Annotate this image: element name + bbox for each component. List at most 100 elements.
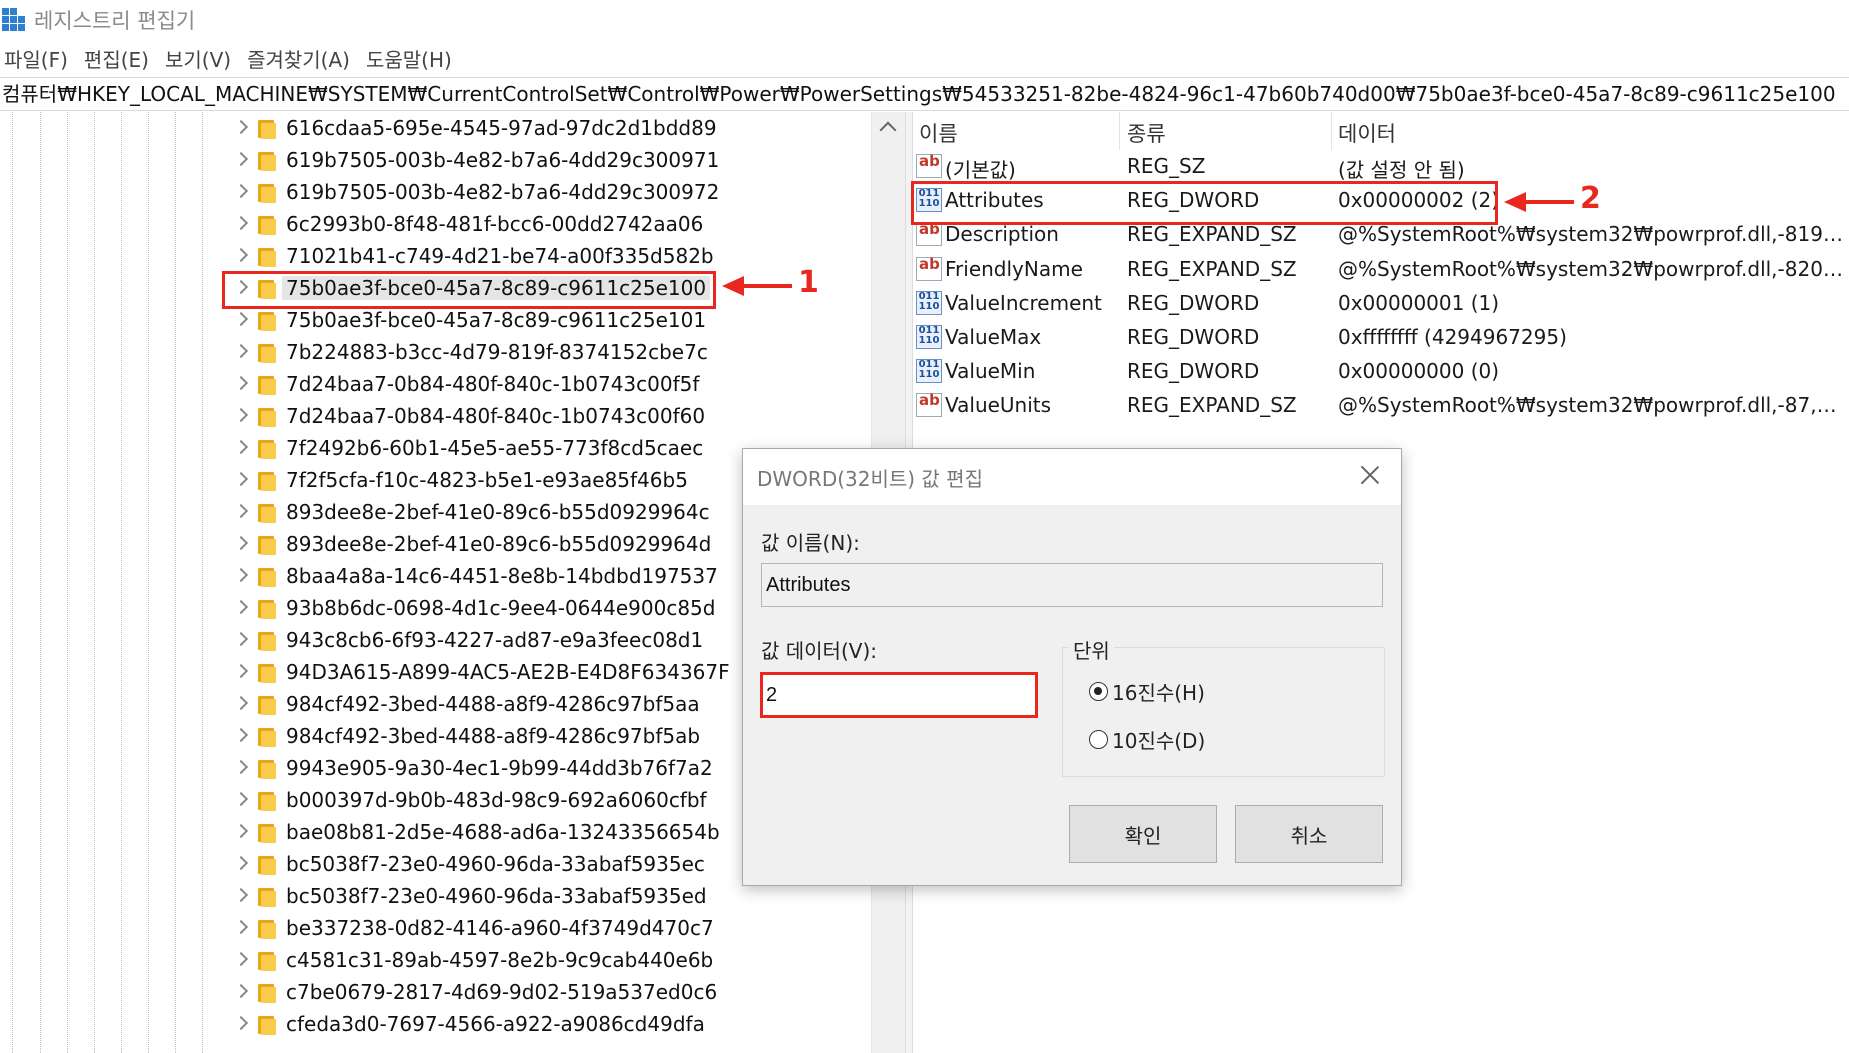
tree-item[interactable]: 7d24baa7-0b84-480f-840c-1b0743c00f60 xyxy=(0,400,870,432)
tree-item[interactable]: 616cdaa5-695e-4545-97ad-97dc2d1bdd89 xyxy=(0,112,870,144)
chevron-right-icon[interactable] xyxy=(233,951,249,967)
tree-item[interactable]: 9943e905-9a30-4ec1-9b99-44dd3b76f7a2 xyxy=(0,752,870,784)
chevron-right-icon[interactable] xyxy=(233,439,249,455)
tree-item-label: 7d24baa7-0b84-480f-840c-1b0743c00f60 xyxy=(286,404,706,428)
chevron-right-icon[interactable] xyxy=(233,983,249,999)
tree-item[interactable]: 93b8b6dc-0698-4d1c-9ee4-0644e900c85d xyxy=(0,592,870,624)
chevron-right-icon[interactable] xyxy=(233,503,249,519)
value-name-field[interactable]: Attributes xyxy=(761,563,1383,607)
chevron-right-icon[interactable] xyxy=(233,631,249,647)
tree-item[interactable]: 984cf492-3bed-4488-a8f9-4286c97bf5ab xyxy=(0,720,870,752)
chevron-right-icon[interactable] xyxy=(233,343,249,359)
value-row[interactable]: 011 110 ValueMin REG_DWORD 0x00000000 (0) xyxy=(913,355,1849,389)
tree-item[interactable]: 943c8cb6-6f93-4227-ad87-e9a3feec08d1 xyxy=(0,624,870,656)
tree-item[interactable]: 7d24baa7-0b84-480f-840c-1b0743c00f5f xyxy=(0,368,870,400)
ok-button[interactable]: 확인 xyxy=(1069,805,1217,863)
tree-item[interactable]: 619b7505-003b-4e82-b7a6-4dd29c300972 xyxy=(0,176,870,208)
chevron-right-icon[interactable] xyxy=(233,823,249,839)
menu-favorites[interactable]: 즐겨찾기(A) xyxy=(247,44,350,73)
value-row[interactable]: ab FriendlyName REG_EXPAND_SZ @%SystemRoot%… xyxy=(913,253,1849,287)
radio-hex[interactable]: 16진수(H) xyxy=(1089,677,1205,706)
chevron-right-icon[interactable] xyxy=(233,919,249,935)
menu-edit[interactable]: 편집(E) xyxy=(84,44,149,73)
chevron-right-icon[interactable] xyxy=(233,215,249,231)
tree-item[interactable]: 7f2f5cfa-f10c-4823-b5e1-e93ae85f46b5 xyxy=(0,464,870,496)
tree-item-label: 7f2f5cfa-f10c-4823-b5e1-e93ae85f46b5 xyxy=(286,468,688,492)
tree-item-label: 75b0ae3f-bce0-45a7-8c89-c9611c25e101 xyxy=(286,308,707,332)
chevron-right-icon[interactable] xyxy=(233,1015,249,1031)
tree-item-label: 619b7505-003b-4e82-b7a6-4dd29c300971 xyxy=(286,148,720,172)
value-row[interactable]: 011 110 ValueIncrement REG_DWORD 0x00000001 … xyxy=(913,287,1849,321)
chevron-right-icon[interactable] xyxy=(233,663,249,679)
tree-item[interactable]: 94D3A615-A899-4AC5-AE2B-E4D8F634367F xyxy=(0,656,870,688)
highlight-box-value-data xyxy=(760,672,1038,718)
chevron-right-icon[interactable] xyxy=(233,599,249,615)
chevron-right-icon[interactable] xyxy=(233,727,249,743)
tree-item[interactable]: bc5038f7-23e0-4960-96da-33abaf5935ed xyxy=(0,880,870,912)
close-icon[interactable] xyxy=(1357,463,1383,489)
value-row[interactable]: ab (기본값) REG_SZ (값 설정 안 됨) xyxy=(913,150,1849,184)
chevron-right-icon[interactable] xyxy=(233,151,249,167)
column-type-header[interactable]: 종류 xyxy=(1127,118,1166,148)
folder-icon xyxy=(258,245,278,267)
menu-help[interactable]: 도움말(H) xyxy=(366,44,452,73)
tree-item[interactable]: c4581c31-89ab-4597-8e2b-9c9cab440e6b xyxy=(0,944,870,976)
menu-view[interactable]: 보기(V) xyxy=(165,44,231,73)
value-row[interactable]: ab ValueUnits REG_EXPAND_SZ @%SystemRoot%₩s… xyxy=(913,389,1849,423)
tree-item[interactable]: 893dee8e-2bef-41e0-89c6-b55d0929964c xyxy=(0,496,870,528)
chevron-right-icon[interactable] xyxy=(233,119,249,135)
string-value-icon: ab xyxy=(916,256,942,281)
address-bar[interactable]: 컴퓨터₩HKEY_LOCAL_MACHINE₩SYSTEM₩CurrentCon… xyxy=(0,77,1849,111)
chevron-right-icon[interactable] xyxy=(233,535,249,551)
folder-icon xyxy=(258,309,278,331)
folder-icon xyxy=(258,789,278,811)
cancel-button[interactable]: 취소 xyxy=(1235,805,1383,863)
chevron-right-icon[interactable] xyxy=(233,759,249,775)
radio-checked-icon[interactable] xyxy=(1089,682,1108,701)
chevron-right-icon[interactable] xyxy=(233,695,249,711)
arrow-line xyxy=(1522,200,1574,204)
chevron-right-icon[interactable] xyxy=(233,183,249,199)
radio-decimal[interactable]: 10진수(D) xyxy=(1089,725,1205,754)
tree-item[interactable]: bae08b81-2d5e-4688-ad6a-13243356654b xyxy=(0,816,870,848)
tree-item[interactable]: 7f2492b6-60b1-45e5-ae55-773f8cd5caec xyxy=(0,432,870,464)
tree-item[interactable]: 8baa4a8a-14c6-4451-8e8b-14bdbd197537 xyxy=(0,560,870,592)
tree-item[interactable]: cfeda3d0-7697-4566-a922-a9086cd49dfa xyxy=(0,1008,870,1040)
folder-icon xyxy=(258,885,278,907)
binary-value-icon: 011 110 xyxy=(916,359,942,384)
chevron-right-icon[interactable] xyxy=(233,855,249,871)
tree-item[interactable]: c7be0679-2817-4d69-9d02-519a537ed0c6 xyxy=(0,976,870,1008)
chevron-right-icon[interactable] xyxy=(233,375,249,391)
chevron-right-icon[interactable] xyxy=(233,471,249,487)
tree-item[interactable]: b000397d-9b0b-483d-98c9-692a6060cfbf xyxy=(0,784,870,816)
menu-bar: 파일(F) 편집(E) 보기(V) 즐겨찾기(A) 도움말(H) xyxy=(0,42,464,74)
tree-item[interactable]: 6c2993b0-8f48-481f-bcc6-00dd2742aa06 xyxy=(0,208,870,240)
tree-item-label: c7be0679-2817-4d69-9d02-519a537ed0c6 xyxy=(286,980,718,1004)
column-separator[interactable] xyxy=(1331,112,1332,150)
tree-item[interactable]: 71021b41-c749-4d21-be74-a00f335d582b xyxy=(0,240,870,272)
value-row[interactable]: 011 110 ValueMax REG_DWORD 0xffffffff (42949… xyxy=(913,321,1849,355)
tree-item-label: 7b224883-b3cc-4d79-819f-8374152cbe7c xyxy=(286,340,708,364)
value-type: REG_DWORD xyxy=(1127,290,1260,315)
column-name-header[interactable]: 이름 xyxy=(919,118,958,148)
tree-item[interactable]: 619b7505-003b-4e82-b7a6-4dd29c300971 xyxy=(0,144,870,176)
radio-hex-label: 16진수(H) xyxy=(1112,681,1205,705)
chevron-right-icon[interactable] xyxy=(233,887,249,903)
tree-item[interactable]: 893dee8e-2bef-41e0-89c6-b55d0929964d xyxy=(0,528,870,560)
chevron-right-icon[interactable] xyxy=(233,311,249,327)
tree-item[interactable]: 7b224883-b3cc-4d79-819f-8374152cbe7c xyxy=(0,336,870,368)
chevron-right-icon[interactable] xyxy=(233,567,249,583)
chevron-right-icon[interactable] xyxy=(233,407,249,423)
chevron-right-icon[interactable] xyxy=(233,791,249,807)
scroll-up-icon[interactable] xyxy=(879,121,897,139)
menu-file[interactable]: 파일(F) xyxy=(4,44,68,73)
chevron-right-icon[interactable] xyxy=(233,247,249,263)
tree-item[interactable]: be337238-0d82-4146-a960-4f3749d470c7 xyxy=(0,912,870,944)
column-data-header[interactable]: 데이터 xyxy=(1338,118,1396,148)
radio-unchecked-icon[interactable] xyxy=(1089,730,1108,749)
tree-item-label: 8baa4a8a-14c6-4451-8e8b-14bdbd197537 xyxy=(286,564,718,588)
value-data: 0xffffffff (4294967295) xyxy=(1338,325,1567,349)
column-separator[interactable] xyxy=(1119,112,1120,150)
tree-item[interactable]: bc5038f7-23e0-4960-96da-33abaf5935ec xyxy=(0,848,870,880)
tree-item[interactable]: 984cf492-3bed-4488-a8f9-4286c97bf5aa xyxy=(0,688,870,720)
